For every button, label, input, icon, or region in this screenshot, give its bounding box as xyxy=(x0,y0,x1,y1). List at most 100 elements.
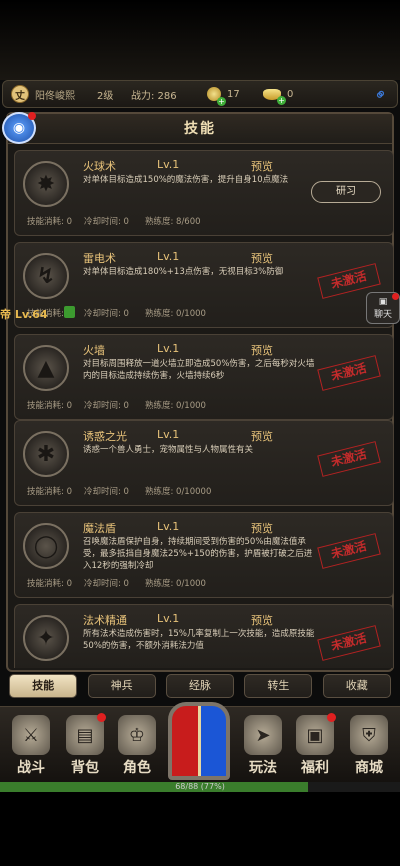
skill-cooldown: 冷却时间: 0 xyxy=(83,401,129,411)
inactive-stamp: 未激活 xyxy=(317,533,381,569)
skills-panel: 技能 ✸ 火球术 Lv.1 预览 对单体目标造成150%的魔法伤害，提升自身10… xyxy=(6,112,394,672)
gold-coin-count: 17 xyxy=(227,88,240,100)
crown-icon: ♔ xyxy=(118,715,156,755)
skill-description: 所有法术造成伤害时，15%几率复制上一次技能，造成原技能50%的伤害，不额外消耗… xyxy=(83,629,315,651)
player-level: 2级 xyxy=(97,90,114,102)
nav-label: 商城 xyxy=(355,760,383,776)
skill-preview-link[interactable]: 预览 xyxy=(251,520,273,536)
tab-collection[interactable]: 收藏 xyxy=(322,674,391,698)
portal-gate-button[interactable] xyxy=(168,702,230,780)
skill-stats: 技能消耗: 0 冷却时间: 0 熟练度: 8/600 xyxy=(27,215,213,227)
skill-description: 对单体目标造成150%的魔法伤害，提升自身10点魔法 xyxy=(83,175,289,185)
skill-description: 诱惑一个兽人勇士，宠物属性与人物属性有关 xyxy=(83,445,254,455)
rank-icon[interactable]: 丈 xyxy=(11,85,29,103)
skill-description: 对单体目标造成180%+13点伤害，无视目标3%防御 xyxy=(83,267,284,277)
skill-level: Lv.1 xyxy=(157,158,180,171)
tab-skills[interactable]: 技能 xyxy=(9,674,78,698)
shop-pagoda-icon: ⛨ xyxy=(350,715,388,755)
skill-preview-link[interactable]: 预览 xyxy=(251,342,273,358)
skill-cost: 技能消耗: 0 xyxy=(27,217,72,227)
nav-label: 玩法 xyxy=(249,760,277,776)
skill-tabs: 技能 神兵 经脉 转生 收藏 xyxy=(0,670,400,702)
skill-cooldown: 冷却时间: 0 xyxy=(83,309,129,319)
player-status-bar: 丈 阳佟峻熙 2级 战力: 286 17 0 ⚭ xyxy=(2,80,398,108)
experience-text: 68/88 (77%) xyxy=(175,782,225,791)
tab-divine-weapon[interactable]: 神兵 xyxy=(87,674,156,698)
thunder-emblem-icon: ↯ xyxy=(23,253,69,299)
nav-label: 战斗 xyxy=(17,760,45,776)
skill-card-lure: ✱ 诱惑之光 Lv.1 预览 诱惑一个兽人勇士，宠物属性与人物属性有关 未激活 … xyxy=(14,420,394,506)
nav-bag[interactable]: ▤ 背包 xyxy=(60,713,110,777)
skill-name: 雷电术 xyxy=(83,252,116,265)
skill-name: 火球术 xyxy=(83,160,116,173)
skill-preview-link[interactable]: 预览 xyxy=(251,250,273,266)
combat-power: 战力: 286 xyxy=(131,90,177,102)
tab-rebirth[interactable]: 转生 xyxy=(244,674,313,698)
magic-shield-emblem-icon: ◯ xyxy=(23,523,69,569)
chat-button[interactable]: ▣ 聊天 xyxy=(366,292,400,324)
experience-bar: 68/88 (77%) xyxy=(0,782,400,792)
top-black-bar xyxy=(0,0,400,80)
skill-preview-link[interactable]: 预览 xyxy=(251,428,273,444)
tab-meridians[interactable]: 经脉 xyxy=(165,674,234,698)
skill-description: 召唤魔法盾保护自身，持续期间受到伤害的50%由魔法值承受，最多抵挡自身魔法25%… xyxy=(83,537,313,571)
learn-button[interactable]: 研习 xyxy=(311,181,381,203)
skill-level: Lv.1 xyxy=(157,520,180,533)
skill-stats: 技能消耗: 0 冷却时间: 0 熟练度: 0/10000 xyxy=(27,485,223,497)
crossed-swords-icon: ⚔ xyxy=(12,715,50,755)
skill-cooldown: 冷却时间: 0 xyxy=(83,487,129,497)
skill-stats: 技能消耗: 0 冷却时间: 0 熟练度: 0/1000 xyxy=(27,577,218,589)
inactive-stamp: 未激活 xyxy=(317,355,381,391)
link-icon[interactable]: ⚭ xyxy=(369,83,392,106)
skill-stats: 技能消耗: 0 冷却时间: 0 熟练度: 0/1000 xyxy=(27,399,218,411)
skill-proficiency: 熟练度: 0/1000 xyxy=(144,309,206,319)
nav-character[interactable]: ♔ 角色 xyxy=(112,715,162,777)
skill-preview-link[interactable]: 预览 xyxy=(251,158,273,174)
gamepad-icon[interactable]: ◉ xyxy=(2,112,36,144)
skill-card-firewall: ▲ 火墙 Lv.1 预览 对目标周围释放一道火墙立即造成50%伤害，之后每秒对火… xyxy=(14,334,394,420)
skill-cost: 技能消耗: 0 xyxy=(27,487,72,497)
gold-coin-icon[interactable] xyxy=(207,87,226,106)
chat-label: 聊天 xyxy=(373,310,392,320)
skill-card-fireball: ✸ 火球术 Lv.1 预览 对单体目标造成150%的魔法伤害，提升自身10点魔法… xyxy=(14,150,394,236)
player-tag: 帝 Lv.64 xyxy=(0,308,48,321)
lock-icon xyxy=(64,306,75,318)
skill-card-magic-shield: ◯ 魔法盾 Lv.1 预览 召唤魔法盾保护自身，持续期间受到伤害的50%由魔法值… xyxy=(14,512,394,598)
skill-proficiency: 熟练度: 0/1000 xyxy=(144,579,206,589)
chat-icon: ▣ xyxy=(378,297,388,307)
ingot-count: 0 xyxy=(287,88,294,100)
nav-label: 福利 xyxy=(301,760,329,776)
skill-level: Lv.1 xyxy=(157,612,180,625)
panel-title: 技能 xyxy=(8,114,392,144)
nav-label: 角色 xyxy=(123,760,151,776)
fireball-emblem-icon: ✸ xyxy=(23,161,69,207)
bottom-black-area xyxy=(0,792,400,866)
player-name: 阳佟峻熙 xyxy=(35,90,75,102)
firewall-emblem-icon: ▲ xyxy=(23,345,69,391)
skill-card-spell-mastery: ✦ 法术精通 Lv.1 预览 所有法术造成伤害时，15%几率复制上一次技能，造成… xyxy=(14,604,394,668)
notification-dot xyxy=(97,713,106,722)
skill-proficiency: 熟练度: 0/10000 xyxy=(144,487,212,497)
skill-level: Lv.1 xyxy=(157,250,180,263)
nav-gameplay[interactable]: ➤ 玩法 xyxy=(238,715,288,777)
skill-name: 火墙 xyxy=(83,344,105,357)
skill-name: 诱惑之光 xyxy=(83,430,127,443)
notification-dot xyxy=(327,713,336,722)
skill-stats: 技能消耗: 0 冷却时间: 0 熟练度: 0/1000 xyxy=(27,307,218,319)
blade-icon: ➤ xyxy=(244,715,282,755)
nav-welfare[interactable]: ▣ 福利 xyxy=(290,713,340,777)
skill-proficiency: 熟练度: 0/1000 xyxy=(144,401,206,411)
skill-cost: 技能消耗: 0 xyxy=(27,579,72,589)
skill-name: 魔法盾 xyxy=(83,522,116,535)
nav-label: 背包 xyxy=(71,760,99,776)
nav-battle[interactable]: ⚔ 战斗 xyxy=(6,715,56,777)
skill-description: 对目标周围释放一道火墙立即造成50%伤害，之后每秒对火墙内的目标造成持续伤害，火… xyxy=(83,359,315,381)
nav-shop[interactable]: ⛨ 商城 xyxy=(344,715,394,777)
skill-preview-link[interactable]: 预览 xyxy=(251,612,273,628)
skill-level: Lv.1 xyxy=(157,428,180,441)
skill-level: Lv.1 xyxy=(157,342,180,355)
lure-emblem-icon: ✱ xyxy=(23,431,69,477)
skill-proficiency: 熟练度: 8/600 xyxy=(144,217,201,227)
ingot-icon[interactable] xyxy=(263,88,286,105)
skill-cooldown: 冷却时间: 0 xyxy=(83,579,129,589)
